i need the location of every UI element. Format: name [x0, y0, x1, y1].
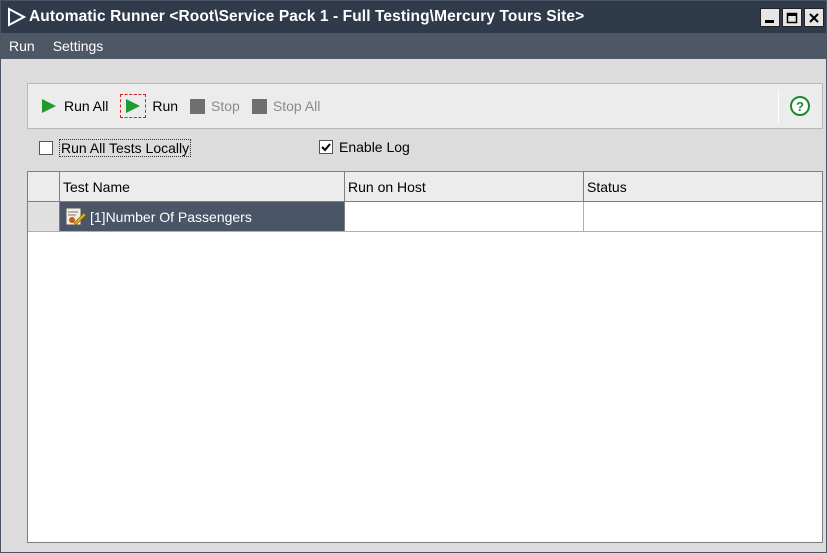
toolbar-separator [778, 90, 779, 123]
menu-bar: Run Settings [1, 33, 826, 59]
checkmark-icon [321, 143, 331, 152]
column-header-run-on-host[interactable]: Run on Host [345, 172, 584, 201]
table-row[interactable]: [1]Number Of Passengers [28, 202, 822, 232]
run-on-host-cell[interactable] [345, 202, 584, 231]
stop-all-button[interactable]: Stop All [251, 93, 321, 119]
play-icon [42, 99, 56, 113]
stop-button[interactable]: Stop [190, 93, 240, 119]
play-outline-icon [5, 6, 27, 28]
stop-all-icon [251, 98, 267, 114]
close-button[interactable] [804, 8, 824, 27]
title-bar[interactable]: Automatic Runner <Root\Service Pack 1 - … [1, 1, 826, 33]
enable-log-option[interactable]: Enable Log [319, 139, 410, 155]
run-focus-frame [120, 94, 147, 118]
menu-run[interactable]: Run [7, 36, 37, 56]
window-title: Automatic Runner <Root\Service Pack 1 - … [29, 8, 585, 25]
status-cell[interactable] [584, 202, 822, 231]
toolbar: Run All Run Stop Stop All ? [27, 83, 823, 129]
run-all-button[interactable]: Run All [40, 93, 108, 119]
test-script-icon [65, 207, 87, 225]
row-selector-header[interactable] [28, 172, 60, 201]
tests-grid: Test Name Run on Host Status [1]Number O… [27, 171, 823, 543]
run-label: Run [152, 98, 179, 114]
play-icon [126, 99, 141, 113]
run-button[interactable]: Run [120, 93, 178, 119]
menu-settings[interactable]: Settings [51, 36, 106, 56]
help-icon[interactable]: ? [790, 96, 810, 116]
minimize-button[interactable] [760, 8, 780, 27]
minimize-icon [765, 19, 774, 23]
close-icon [809, 12, 819, 23]
test-name-text: [1]Number Of Passengers [90, 208, 252, 225]
enable-log-checkbox[interactable] [319, 140, 333, 154]
row-selector[interactable] [28, 202, 60, 231]
grid-header: Test Name Run on Host Status [28, 172, 822, 202]
run-locally-label: Run All Tests Locally [59, 139, 192, 157]
run-options: Run All Tests Locally Enable Log [27, 139, 823, 163]
stop-label: Stop [211, 98, 240, 114]
stop-all-label: Stop All [272, 98, 321, 114]
test-name-cell[interactable]: [1]Number Of Passengers [60, 202, 345, 231]
automatic-runner-window: Automatic Runner <Root\Service Pack 1 - … [0, 0, 827, 553]
window-controls [760, 8, 824, 27]
enable-log-label: Enable Log [339, 139, 410, 155]
run-all-label: Run All [64, 98, 109, 114]
column-header-status[interactable]: Status [584, 172, 822, 201]
stop-icon [190, 98, 206, 114]
maximize-button[interactable] [782, 8, 802, 27]
column-header-test-name[interactable]: Test Name [60, 172, 345, 201]
run-locally-checkbox[interactable] [39, 141, 53, 155]
maximize-icon [786, 12, 798, 23]
run-locally-option[interactable]: Run All Tests Locally [39, 139, 192, 157]
